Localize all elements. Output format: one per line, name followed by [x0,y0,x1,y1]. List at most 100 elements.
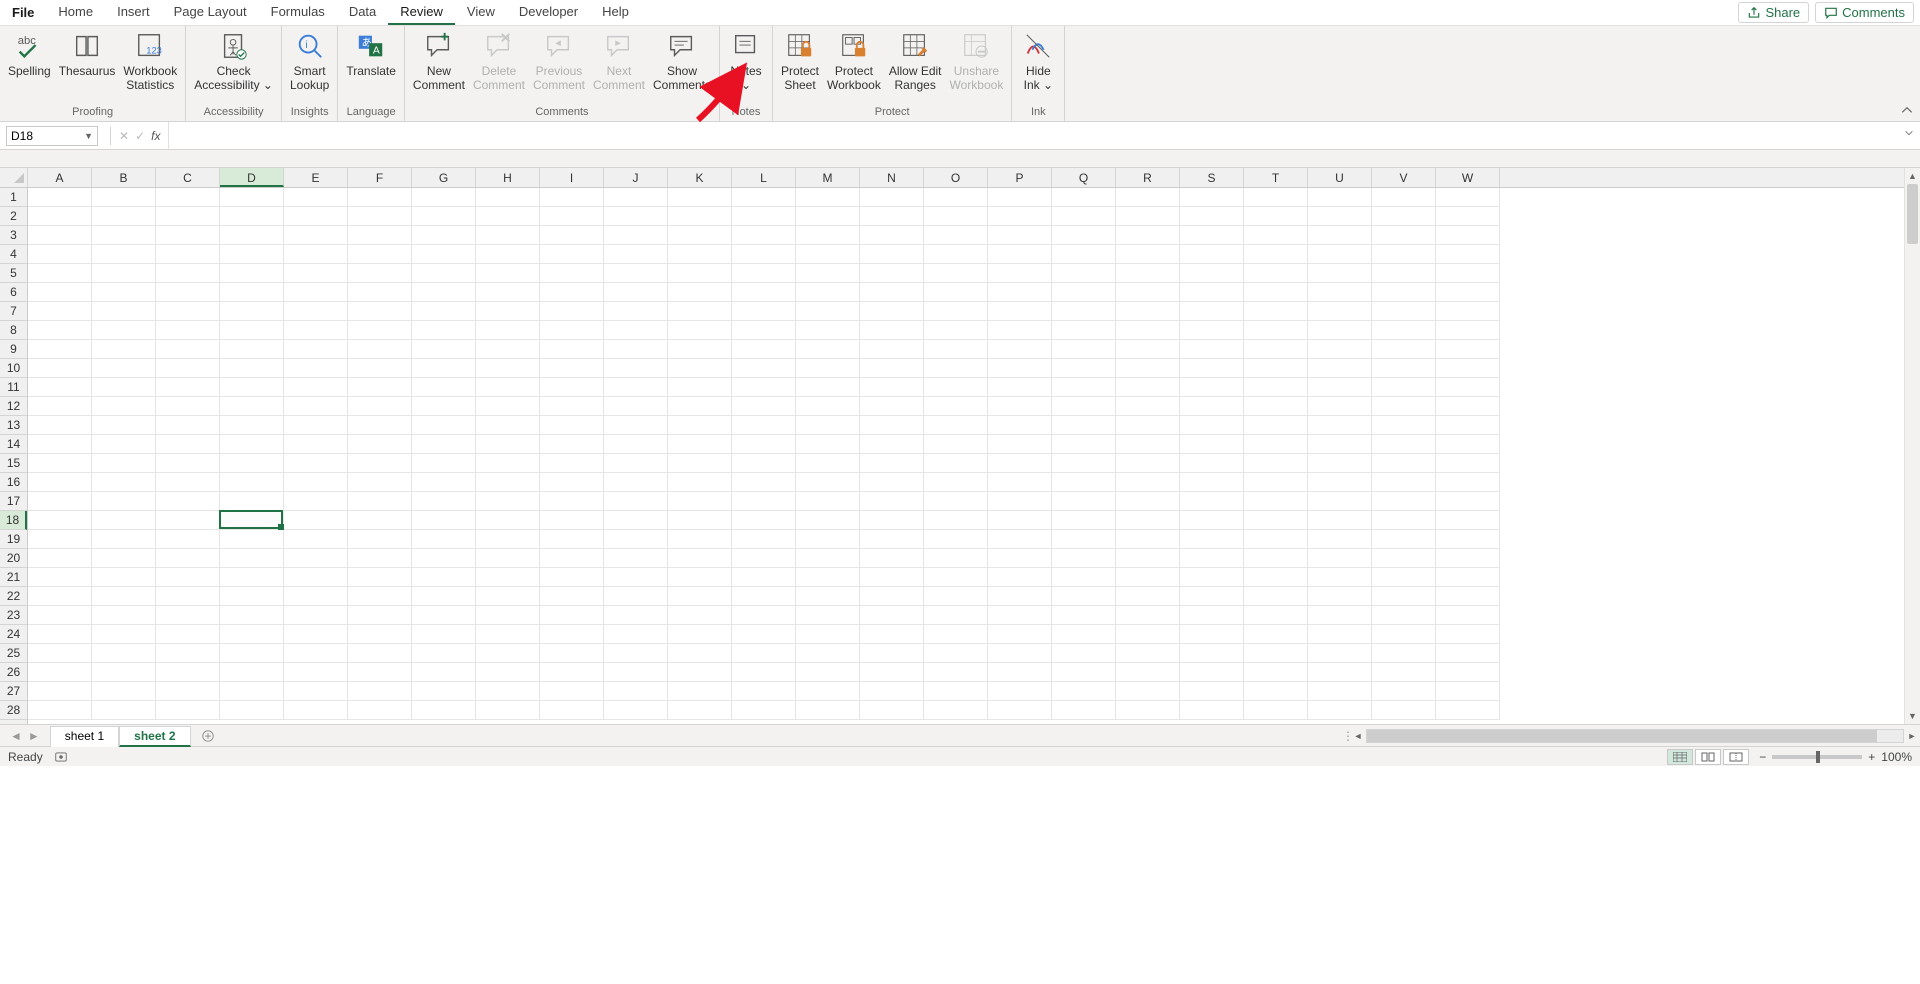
cell[interactable] [604,568,668,587]
cell[interactable] [348,701,412,720]
cell[interactable] [1372,207,1436,226]
horizontal-scrollbar[interactable]: ◄ ► [1350,729,1920,743]
row-header[interactable]: 22 [0,587,27,606]
cell[interactable] [92,321,156,340]
cell[interactable] [1308,663,1372,682]
cell[interactable] [924,454,988,473]
cell[interactable] [1244,397,1308,416]
cell[interactable] [92,587,156,606]
cell[interactable] [1436,245,1500,264]
zoom-level[interactable]: 100% [1881,750,1912,764]
cell[interactable] [668,568,732,587]
cell[interactable] [540,321,604,340]
cell[interactable] [1180,530,1244,549]
cell[interactable] [284,264,348,283]
cell[interactable] [540,435,604,454]
column-header[interactable]: D [220,168,284,187]
cell[interactable] [412,226,476,245]
cell[interactable] [1116,549,1180,568]
cell[interactable] [1308,302,1372,321]
cell[interactable] [1308,378,1372,397]
cell[interactable] [284,416,348,435]
cell[interactable] [796,359,860,378]
cell[interactable] [988,207,1052,226]
cell[interactable] [1244,530,1308,549]
cell[interactable] [1372,188,1436,207]
cell[interactable] [476,663,540,682]
cell[interactable] [988,454,1052,473]
cell[interactable] [732,416,796,435]
cell[interactable] [284,663,348,682]
cell[interactable] [1244,625,1308,644]
column-header[interactable]: M [796,168,860,187]
cell[interactable] [796,492,860,511]
cell[interactable] [1052,701,1116,720]
cell[interactable] [988,188,1052,207]
cell[interactable] [92,397,156,416]
cell[interactable] [1116,321,1180,340]
cell[interactable] [412,245,476,264]
cell[interactable] [796,226,860,245]
cell[interactable] [412,644,476,663]
cell[interactable] [540,606,604,625]
cell[interactable] [28,625,92,644]
cell[interactable] [924,340,988,359]
cell[interactable] [1244,188,1308,207]
comments-button[interactable]: Comments [1815,2,1914,23]
cell[interactable] [92,283,156,302]
cell[interactable] [540,264,604,283]
cell[interactable] [92,188,156,207]
cell[interactable] [668,682,732,701]
cell[interactable] [284,226,348,245]
cell[interactable] [860,321,924,340]
cell[interactable] [156,701,220,720]
cell[interactable] [668,663,732,682]
cell[interactable] [1372,701,1436,720]
cell[interactable] [796,587,860,606]
cell[interactable] [220,397,284,416]
cell[interactable] [412,682,476,701]
cell[interactable] [540,283,604,302]
cell[interactable] [1052,378,1116,397]
cell[interactable] [540,492,604,511]
cell[interactable] [604,264,668,283]
cell[interactable] [1372,663,1436,682]
cell[interactable] [1436,397,1500,416]
cell[interactable] [476,473,540,492]
check-accessibility-button[interactable]: Check Accessibility ⌄ [190,28,277,94]
cell[interactable] [924,397,988,416]
cell[interactable] [348,302,412,321]
cell[interactable] [412,473,476,492]
cell[interactable] [412,283,476,302]
cell[interactable] [92,245,156,264]
cell[interactable] [604,473,668,492]
fx-button[interactable]: fx [151,129,160,143]
cell[interactable] [348,264,412,283]
cell[interactable] [1116,226,1180,245]
cell[interactable] [924,492,988,511]
cell[interactable] [1180,549,1244,568]
cell[interactable] [1052,530,1116,549]
cell[interactable] [284,682,348,701]
cell[interactable] [668,511,732,530]
cell[interactable] [476,530,540,549]
cell[interactable] [1244,283,1308,302]
cell[interactable] [284,188,348,207]
cell[interactable] [1116,511,1180,530]
cell[interactable] [732,359,796,378]
cell[interactable] [924,226,988,245]
cell[interactable] [604,397,668,416]
row-header[interactable]: 13 [0,416,27,435]
cell[interactable] [860,473,924,492]
cell[interactable] [604,549,668,568]
cell[interactable] [1180,682,1244,701]
cell[interactable] [348,549,412,568]
cell[interactable] [732,340,796,359]
cell[interactable] [1372,568,1436,587]
cell[interactable] [476,283,540,302]
cell[interactable] [1308,701,1372,720]
cell[interactable] [604,625,668,644]
cell[interactable] [604,492,668,511]
cell[interactable] [1116,530,1180,549]
cell[interactable] [732,435,796,454]
